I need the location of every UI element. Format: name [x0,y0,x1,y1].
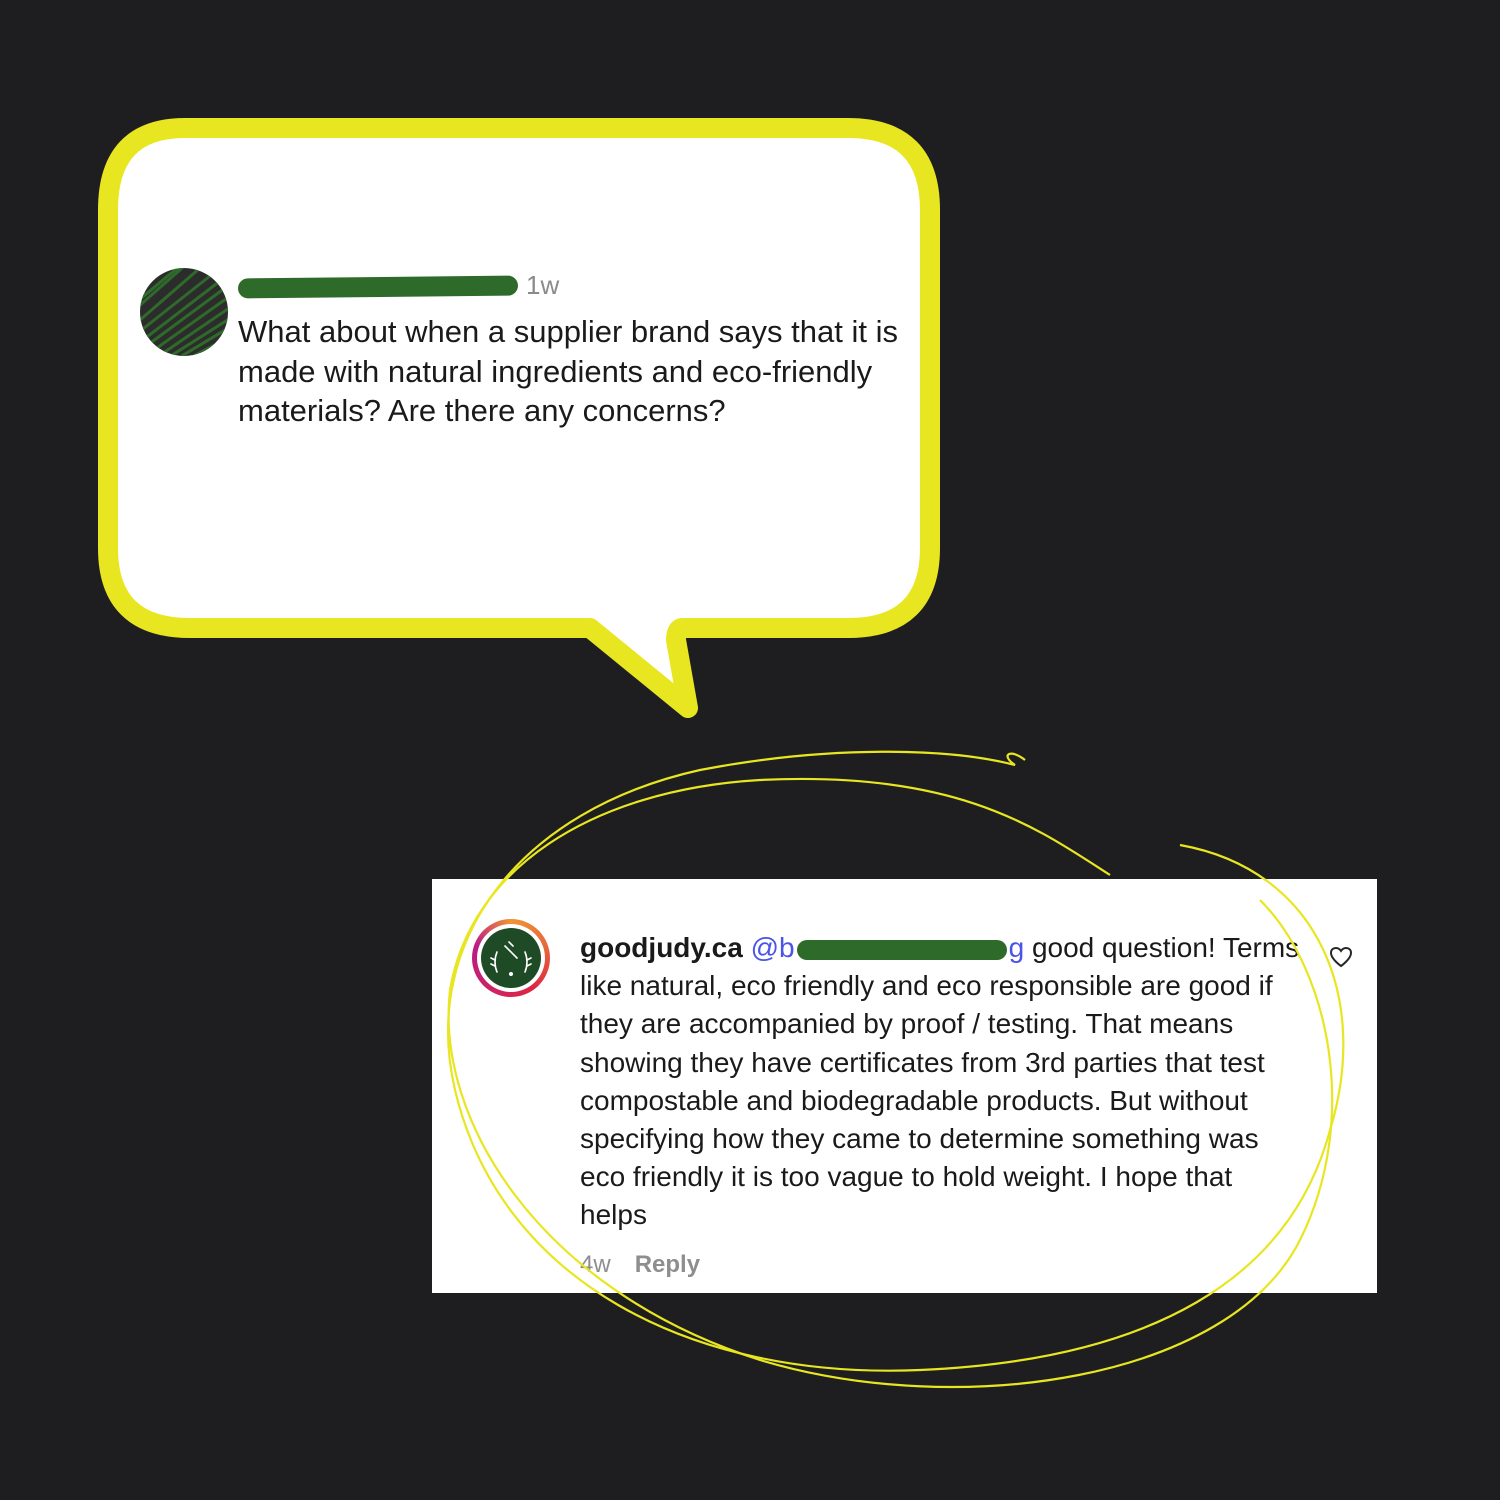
reply-text: good question! Terms like natural, eco f… [580,932,1300,1231]
heart-icon[interactable] [1328,945,1354,969]
avatar [481,928,541,988]
reply-button[interactable]: Reply [635,1251,700,1278]
mention-link[interactable]: @b g [751,932,1025,963]
comment-meta: 1w [237,270,560,304]
mention-prefix: @b [750,932,795,963]
username[interactable]: goodjudy.ca [580,932,743,963]
redacted-mention [796,939,1007,960]
redacted-username [237,275,519,299]
avatar [140,268,228,356]
comment-text: What about when a supplier brand says th… [238,314,898,428]
laurel-logo-icon [490,941,532,976]
timestamp: 1w [526,270,560,300]
mention-suffix: g [1008,932,1025,963]
reply-footer: 4w Reply [580,1251,700,1279]
reply-comment: goodjudy.ca @b g good question! Terms lik… [432,879,1377,1293]
timestamp: 4w [580,1251,611,1278]
reply-body: goodjudy.ca @b g good question! Terms lik… [580,929,1300,1235]
avatar-story-ring[interactable] [472,919,550,997]
scribble-redaction-icon [140,268,228,356]
